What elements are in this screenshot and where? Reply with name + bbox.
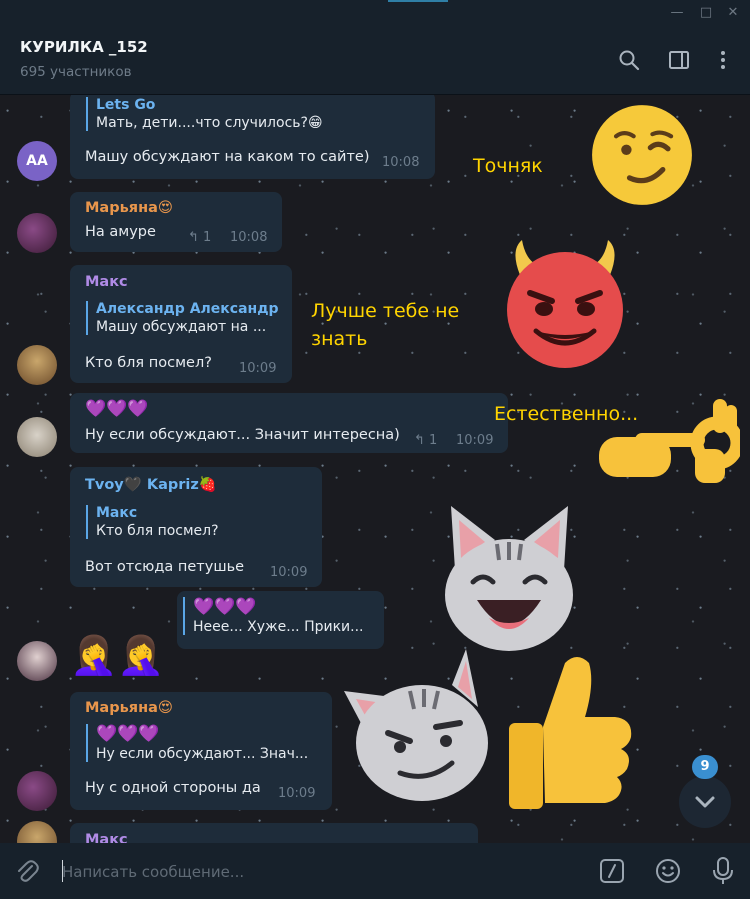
message-bubble[interactable]: Макс — [70, 823, 478, 843]
minimize-button[interactable]: — — [668, 4, 686, 22]
avatar[interactable]: AA — [17, 141, 57, 181]
laughing-cat-sticker[interactable] — [437, 500, 582, 655]
ok-hand-gesture-sticker[interactable] — [595, 397, 740, 502]
avatar[interactable] — [17, 821, 57, 843]
bot-commands-icon[interactable] — [598, 857, 626, 885]
sidebar-toggle-icon[interactable] — [667, 48, 691, 72]
maximize-button[interactable]: □ — [697, 4, 715, 22]
avatar[interactable] — [17, 641, 57, 681]
reply-count[interactable]: ↰ 1 — [188, 230, 211, 245]
member-count: 695 участников — [20, 64, 132, 80]
hearts-emoji: 💜💜💜 — [85, 399, 149, 419]
message-text: Машу обсуждают на каком то сайте) — [85, 149, 370, 165]
message-text: Ну если обсуждают... Значит интересна) — [85, 427, 400, 443]
sticker-caption: знать — [311, 328, 368, 350]
message-text: Кто бля посмел? — [85, 355, 212, 371]
message-text: На амуре — [85, 224, 156, 240]
message-bubble[interactable]: 💜💜💜 Ну если обсуждают... Значит интересн… — [70, 393, 508, 453]
message-bubble[interactable]: Макс Александр Александр Машу обсуждают … — [70, 265, 292, 383]
unread-badge: 9 — [692, 755, 718, 779]
search-icon[interactable] — [617, 48, 641, 72]
message-time: 10:08 — [382, 155, 420, 170]
emoji-message[interactable]: 🤦‍♀️🤦‍♀️ — [70, 633, 165, 678]
sticker-caption: Точняк — [473, 155, 543, 177]
message-text: Ну с одной стороны да — [85, 780, 261, 796]
titlebar-accent — [388, 0, 448, 2]
close-button[interactable]: ✕ — [724, 4, 742, 22]
message-bubble[interactable]: Марьяна😍 На амуре ↰ 1 10:08 — [70, 192, 282, 252]
sender-name[interactable]: Tvoy🖤 Kapriz🍓 — [85, 476, 217, 493]
hearts-emoji: 💜💜💜 — [96, 724, 160, 744]
more-menu-icon[interactable] — [711, 48, 735, 72]
message-composer — [0, 843, 750, 899]
scroll-to-bottom-button[interactable] — [679, 776, 731, 828]
microphone-icon[interactable] — [710, 856, 736, 886]
message-bubble[interactable]: Tvoy🖤 Kapriz🍓 Макс Кто бля посмел? Вот о… — [70, 467, 322, 587]
paperclip-icon[interactable] — [14, 858, 40, 884]
reply-text: Ну если обсуждают... Знач... — [96, 746, 309, 762]
reply-preview[interactable]: 💜💜💜 Ну если обсуждают... Знач... — [86, 724, 308, 762]
sender-name[interactable]: Марьяна😍 — [85, 700, 173, 716]
sender-name[interactable]: Макс — [85, 274, 128, 290]
text-cursor — [62, 860, 63, 882]
message-time: 10:09 — [278, 786, 316, 801]
message-time: 10:09 — [456, 433, 494, 448]
reply-text: Неее... Хуже... Прики... — [193, 619, 364, 635]
reply-sender: Lets Go — [96, 97, 156, 113]
message-time: 10:08 — [230, 230, 268, 245]
reply-preview[interactable]: Lets Go Мать, дети....что случилось?😁 — [86, 97, 323, 131]
reply-text: Мать, дети....что случилось?😁 — [96, 115, 323, 131]
reply-text: Машу обсуждают на ... — [96, 319, 267, 335]
devil-face-sticker[interactable] — [500, 235, 630, 370]
sender-name[interactable]: Макс — [85, 832, 128, 843]
message-input[interactable] — [60, 857, 584, 887]
chat-header[interactable]: КУРИЛКА _152 695 участников — [0, 26, 750, 95]
message-time: 10:09 — [270, 565, 308, 580]
winking-face-sticker[interactable] — [590, 103, 694, 207]
sticker-caption: Лучше тебе не — [311, 300, 460, 322]
reply-text: Кто бля посмел? — [96, 523, 219, 539]
avatar[interactable] — [17, 417, 57, 457]
reply-sender: Макс — [96, 505, 138, 521]
reply-arrow-icon: ↰ — [188, 230, 204, 245]
reply-preview[interactable]: 💜💜💜 Неее... Хуже... Прики... — [183, 597, 364, 635]
chevron-down-icon — [695, 796, 715, 808]
reply-count[interactable]: ↰ 1 — [414, 433, 437, 448]
chat-title: КУРИЛКА _152 — [20, 38, 148, 56]
thumbs-up-sticker[interactable] — [505, 653, 635, 823]
hearts-emoji: 💜💜💜 — [193, 597, 257, 617]
sender-name[interactable]: Марьяна😍 — [85, 200, 173, 216]
smirking-cat-sticker[interactable] — [340, 645, 495, 805]
window-titlebar: — □ ✕ — [0, 0, 750, 26]
avatar[interactable] — [17, 345, 57, 385]
reply-arrow-icon: ↰ — [414, 433, 430, 448]
reply-sender: Александр Александр — [96, 301, 279, 317]
avatar[interactable] — [17, 771, 57, 811]
message-time: 10:09 — [239, 361, 277, 376]
emoji-icon[interactable] — [654, 857, 682, 885]
reply-preview[interactable]: Александр Александр Машу обсуждают на ..… — [86, 301, 279, 335]
message-text: Вот отсюда петушье — [85, 559, 245, 575]
message-bubble[interactable]: 💜💜💜 Неее... Хуже... Прики... — [177, 591, 384, 649]
avatar[interactable] — [17, 213, 57, 253]
message-bubble[interactable]: Lets Go Мать, дети....что случилось?😁 Ма… — [70, 95, 435, 179]
message-bubble[interactable]: Марьяна😍 💜💜💜 Ну если обсуждают... Знач..… — [70, 692, 332, 810]
reply-preview[interactable]: Макс Кто бля посмел? — [86, 505, 219, 539]
message-list[interactable]: Lets Go Мать, дети....что случилось?😁 Ма… — [0, 95, 750, 843]
